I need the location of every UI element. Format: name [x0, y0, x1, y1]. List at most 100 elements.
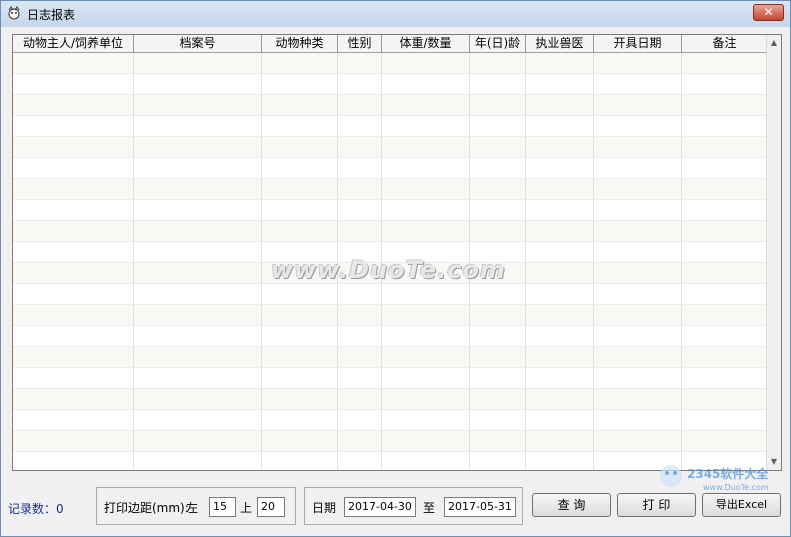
- table-cell: [262, 431, 338, 452]
- table-cell: [262, 179, 338, 200]
- table-cell: [526, 200, 594, 221]
- table-cell: [470, 137, 526, 158]
- table-cell: [526, 116, 594, 137]
- table-row[interactable]: [13, 137, 768, 158]
- table-cell: [134, 221, 262, 242]
- table-cell: [682, 368, 768, 389]
- table-row[interactable]: [13, 368, 768, 389]
- table-cell: [594, 74, 682, 95]
- table-row[interactable]: [13, 74, 768, 95]
- table-cell: [470, 410, 526, 431]
- table-row[interactable]: [13, 158, 768, 179]
- table-cell: [338, 410, 382, 431]
- table-cell: [338, 221, 382, 242]
- column-header[interactable]: 执业兽医: [526, 35, 594, 52]
- report-grid[interactable]: 动物主人/饲养单位 档案号 动物种类 性别 体重/数量 年(日)龄 执业兽医 开具日期 备注 ▲…: [12, 34, 782, 471]
- table-row[interactable]: [13, 347, 768, 368]
- table-cell: [134, 200, 262, 221]
- table-row[interactable]: [13, 431, 768, 452]
- column-header[interactable]: 动物主人/饲养单位: [13, 35, 134, 52]
- table-cell: [526, 368, 594, 389]
- table-cell: [262, 137, 338, 158]
- site-logo: 2345软件大全 www.DuoTe.com: [660, 465, 769, 492]
- table-cell: [470, 431, 526, 452]
- date-range-group: 日期 2017-04-30 至 2017-05-31: [304, 487, 523, 525]
- table-cell: [13, 242, 134, 263]
- table-cell: [682, 263, 768, 284]
- table-row[interactable]: [13, 305, 768, 326]
- table-cell: [470, 74, 526, 95]
- table-cell: [262, 347, 338, 368]
- table-cell: [470, 179, 526, 200]
- table-cell: [470, 305, 526, 326]
- query-button[interactable]: 查 询: [532, 493, 611, 517]
- table-cell: [13, 263, 134, 284]
- close-button[interactable]: ✕: [753, 4, 784, 21]
- date-to-label: 至: [423, 501, 436, 515]
- table-cell: [13, 410, 134, 431]
- table-cell: [134, 116, 262, 137]
- table-cell: [526, 452, 594, 470]
- scroll-up-icon[interactable]: ▲: [767, 35, 781, 50]
- table-cell: [338, 326, 382, 347]
- table-row[interactable]: [13, 179, 768, 200]
- column-header[interactable]: 体重/数量: [382, 35, 470, 52]
- start-date-input[interactable]: 2017-04-30: [344, 497, 416, 517]
- table-cell: [682, 410, 768, 431]
- table-cell: [13, 53, 134, 74]
- left-margin-input[interactable]: 15: [209, 497, 236, 517]
- table-cell: [13, 347, 134, 368]
- table-row[interactable]: [13, 410, 768, 431]
- table-row[interactable]: [13, 53, 768, 74]
- window-title: 日志报表: [27, 8, 76, 22]
- table-cell: [682, 305, 768, 326]
- table-cell: [134, 74, 262, 95]
- table-cell: [382, 200, 470, 221]
- table-cell: [682, 284, 768, 305]
- table-cell: [526, 410, 594, 431]
- table-row[interactable]: [13, 116, 768, 137]
- table-cell: [134, 305, 262, 326]
- table-cell: [594, 158, 682, 179]
- table-row[interactable]: [13, 389, 768, 410]
- column-header[interactable]: 档案号: [134, 35, 262, 52]
- table-cell: [682, 389, 768, 410]
- table-cell: [338, 95, 382, 116]
- table-cell: [594, 137, 682, 158]
- table-row[interactable]: [13, 95, 768, 116]
- table-cell: [134, 410, 262, 431]
- table-cell: [526, 347, 594, 368]
- date-label: 日期: [312, 501, 337, 515]
- table-cell: [526, 431, 594, 452]
- column-header[interactable]: 性别: [338, 35, 382, 52]
- table-cell: [134, 179, 262, 200]
- log-report-window: 日志报表 ✕ 动物主人/饲养单位 档案号 动物种类 性别 体重/数量 年(日)龄 执业兽医开…: [0, 0, 791, 537]
- table-row[interactable]: [13, 200, 768, 221]
- table-row[interactable]: [13, 221, 768, 242]
- table-cell: [594, 263, 682, 284]
- table-cell: [382, 389, 470, 410]
- vertical-scrollbar[interactable]: ▲ ▼: [766, 35, 781, 470]
- table-cell: [594, 179, 682, 200]
- table-cell: [338, 158, 382, 179]
- table-cell: [338, 179, 382, 200]
- table-cell: [526, 95, 594, 116]
- title-bar: 日志报表 ✕: [1, 1, 790, 27]
- table-cell: [382, 179, 470, 200]
- table-cell: [134, 53, 262, 74]
- table-cell: [382, 116, 470, 137]
- table-cell: [594, 347, 682, 368]
- column-header[interactable]: 年(日)龄: [470, 35, 526, 52]
- table-cell: [13, 284, 134, 305]
- top-margin-input[interactable]: 20: [257, 497, 285, 517]
- table-row[interactable]: [13, 326, 768, 347]
- table-row[interactable]: [13, 284, 768, 305]
- column-header[interactable]: 开具日期: [594, 35, 682, 52]
- table-cell: [470, 221, 526, 242]
- table-cell: [594, 53, 682, 74]
- table-cell: [470, 95, 526, 116]
- column-header[interactable]: 备注: [682, 35, 768, 52]
- column-header[interactable]: 动物种类: [262, 35, 338, 52]
- grid-header: 动物主人/饲养单位 档案号 动物种类 性别 体重/数量 年(日)龄 执业兽医 开具日期 备注: [13, 35, 768, 53]
- end-date-input[interactable]: 2017-05-31: [444, 497, 516, 517]
